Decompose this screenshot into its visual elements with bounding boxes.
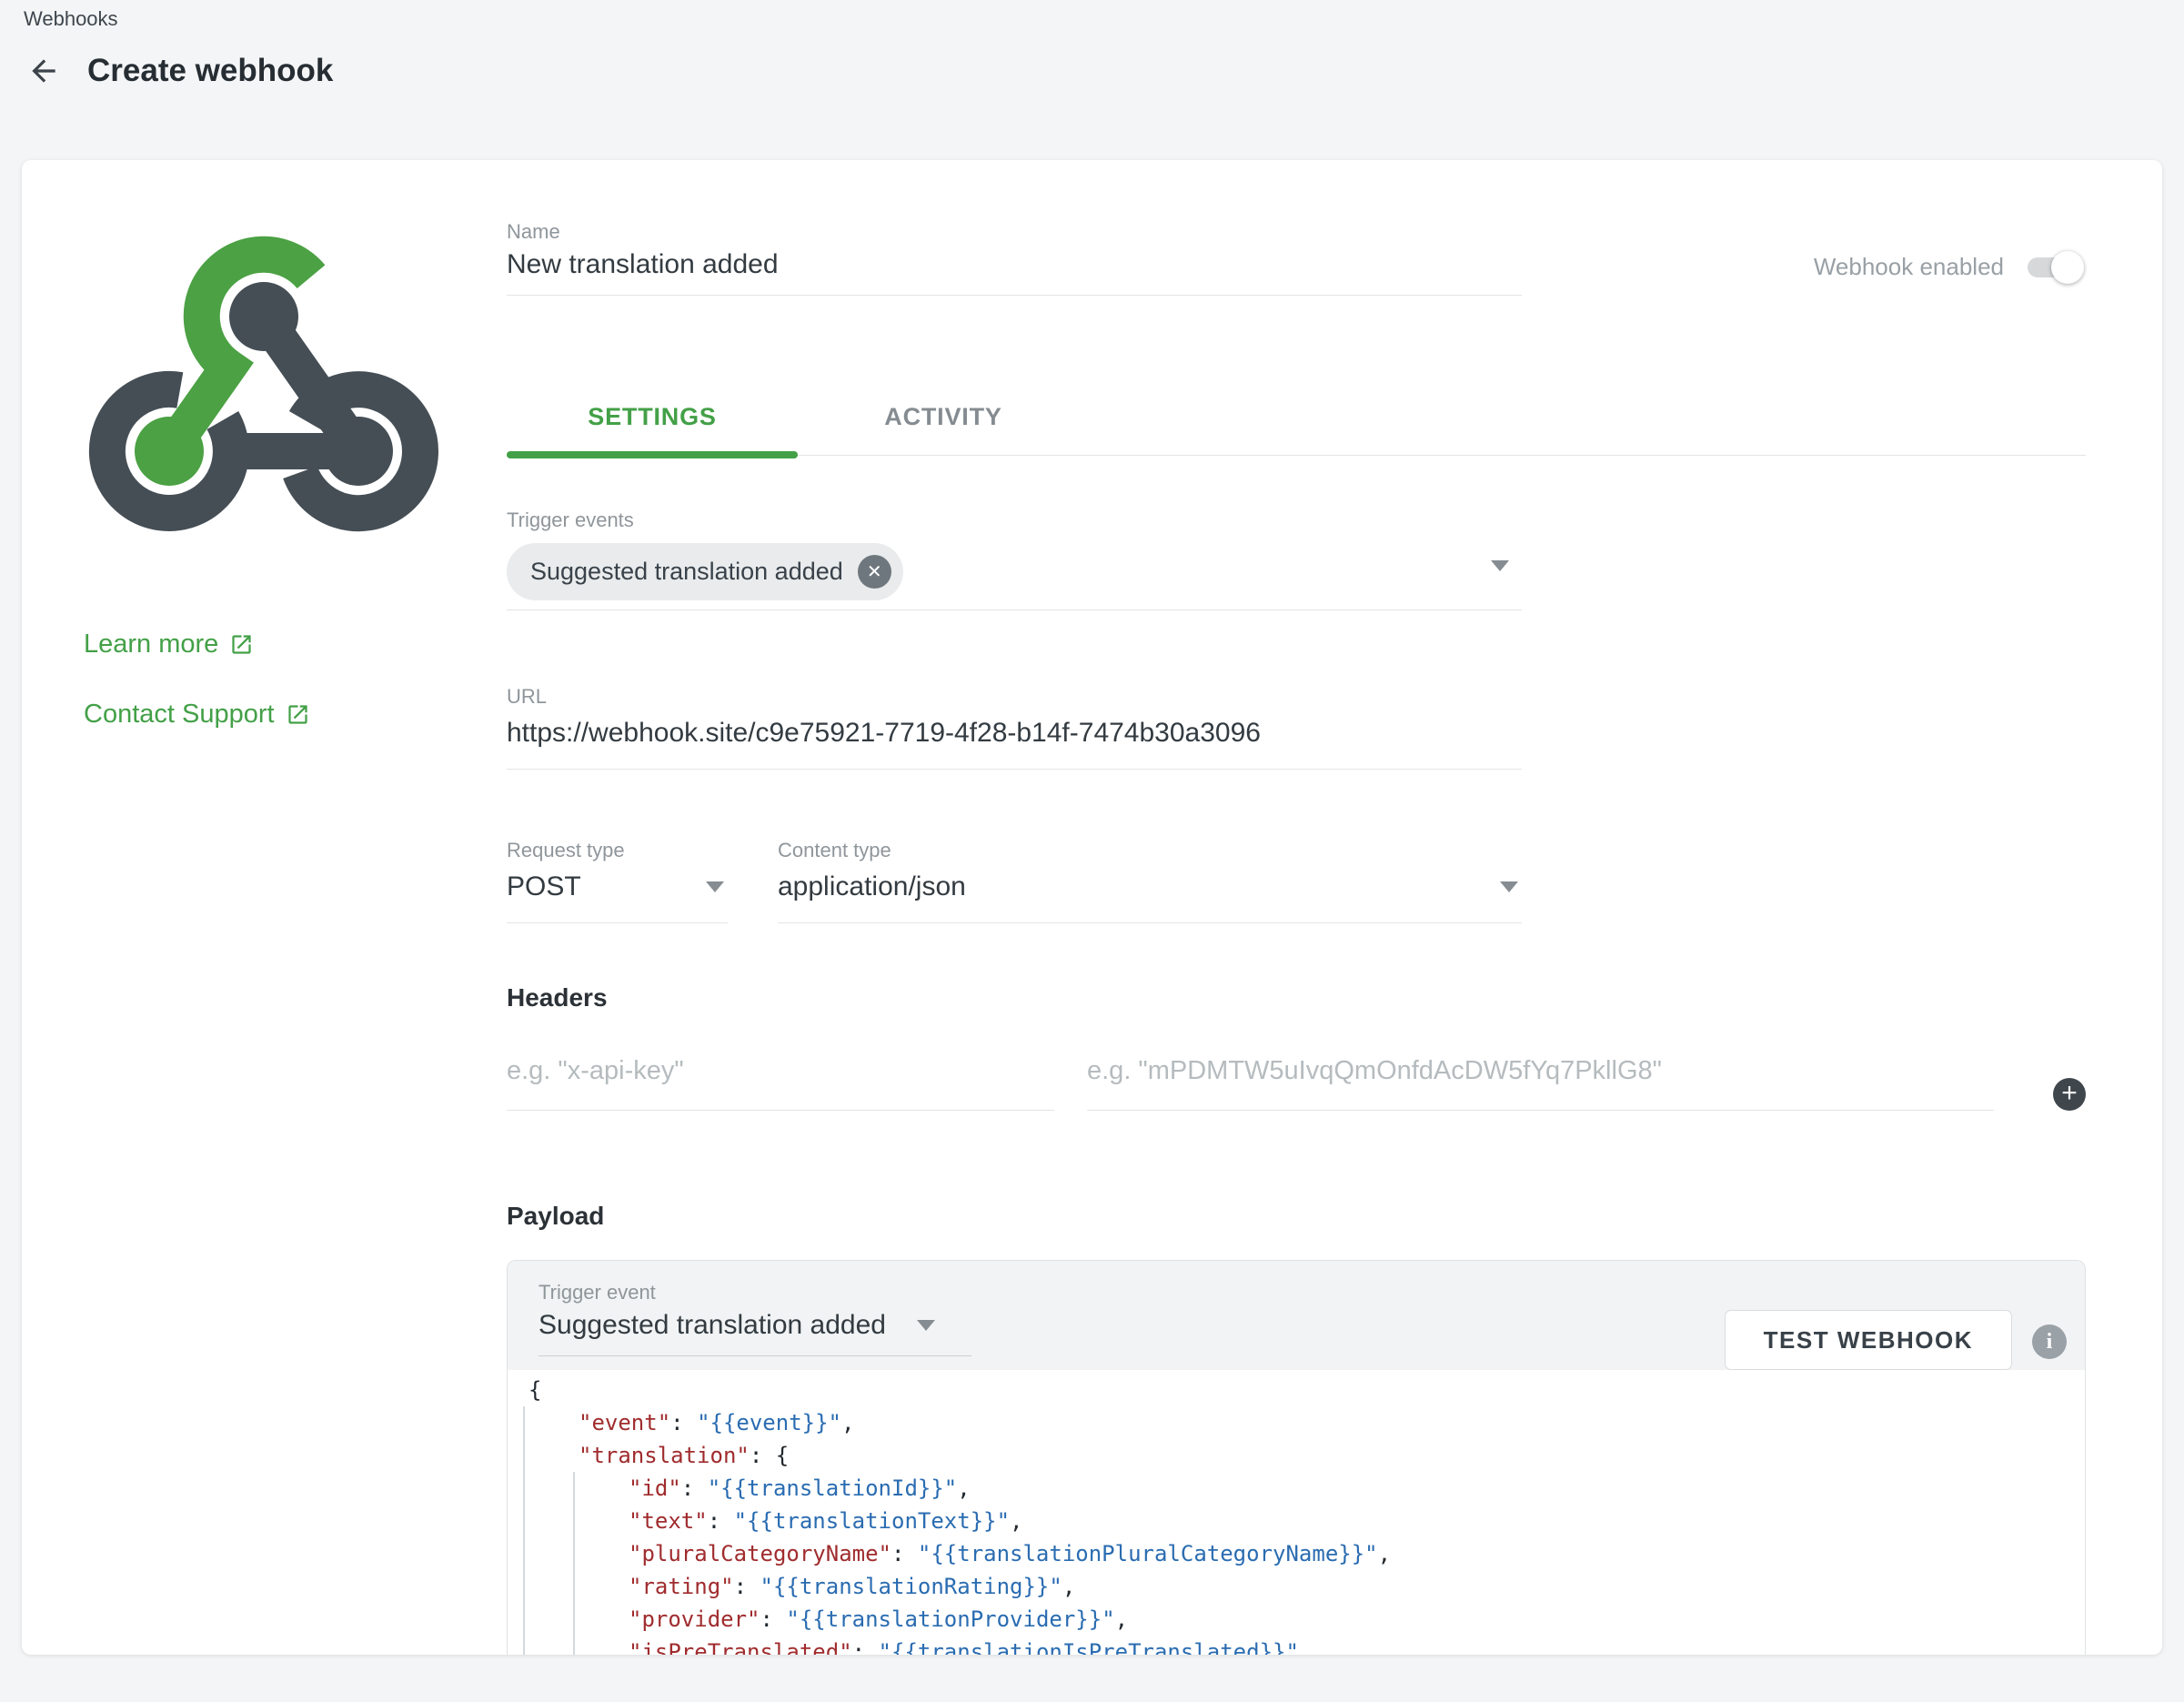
add-header-button[interactable]: + [2053, 1078, 2086, 1111]
contact-support-label: Contact Support [84, 700, 275, 730]
info-glyph: i [2047, 1330, 2053, 1355]
webhook-form: Name Webhook enabled SETTINGS ACTIVITY [507, 222, 2086, 1655]
chevron-down-icon [917, 1320, 935, 1331]
payload-trigger-event-value: Suggested translation added [538, 1310, 886, 1341]
header-key-input[interactable] [507, 1034, 1054, 1111]
code-line: "pluralCategoryName": "{{translationPlur… [528, 1537, 2085, 1570]
close-icon: ✕ [867, 560, 882, 582]
chevron-down-icon [1500, 881, 1518, 892]
trigger-events-label: Trigger events [507, 510, 1522, 530]
name-input[interactable] [507, 242, 1522, 296]
headers-heading: Headers [507, 983, 2086, 1012]
chip-remove-button[interactable]: ✕ [858, 555, 891, 589]
code-line: "id": "{{translationId}}", [528, 1472, 2085, 1505]
tab-settings[interactable]: SETTINGS [507, 403, 798, 455]
external-link-icon [286, 702, 310, 727]
name-label: Name [507, 222, 1522, 242]
tab-activity-label: ACTIVITY [884, 403, 1001, 430]
tab-settings-label: SETTINGS [588, 403, 716, 430]
learn-more-link[interactable]: Learn more [84, 629, 446, 660]
chip-label: Suggested translation added [530, 558, 843, 586]
request-type-label: Request type [507, 841, 728, 861]
arrow-left-icon [26, 54, 61, 88]
name-field: Name [507, 222, 1522, 296]
url-field: URL [507, 687, 1522, 770]
content-type-label: Content type [778, 841, 1522, 861]
test-webhook-button[interactable]: TEST WEBHOOK [1725, 1310, 2012, 1370]
code-line: "provider": "{{translationProvider}}", [528, 1603, 2085, 1636]
webhook-enabled-group: Webhook enabled [1814, 253, 2086, 281]
page-title: Create webhook [87, 53, 333, 89]
request-type-select[interactable]: Request type POST [507, 841, 728, 923]
url-label: URL [507, 687, 1522, 707]
contact-support-link[interactable]: Contact Support [84, 700, 446, 730]
left-panel: Learn more Contact Support [82, 222, 446, 1655]
info-icon[interactable]: i [2032, 1324, 2067, 1359]
code-line: "translation": { [528, 1439, 2085, 1472]
indent-guide [523, 1406, 525, 1655]
code-line: "text": "{{translationText}}", [528, 1505, 2085, 1537]
indent-guide [573, 1472, 575, 1655]
header-value-input[interactable] [1087, 1034, 1994, 1111]
back-button[interactable] [24, 51, 64, 91]
code-line: "event": "{{event}}", [528, 1406, 2085, 1439]
webhook-card: Learn more Contact Support Name Webhook … [22, 160, 2162, 1655]
content-type-value: application/json [778, 871, 966, 902]
code-line: "rating": "{{translationRating}}", [528, 1570, 2085, 1603]
external-link-icon [229, 632, 254, 657]
chevron-down-icon [706, 881, 724, 892]
breadcrumb: Webhooks [24, 7, 2160, 31]
page-header: Webhooks Create webhook [0, 0, 2184, 91]
plus-icon: + [2061, 1080, 2078, 1107]
webhook-enabled-toggle[interactable] [2028, 257, 2080, 277]
payload-editor: Trigger event Suggested translation adde… [507, 1260, 2086, 1655]
code-line: "isPreTranslated": "{{translationIsPreTr… [528, 1636, 2085, 1655]
chevron-down-icon [1491, 560, 1509, 571]
webhook-logo [82, 222, 446, 542]
active-tab-indicator [507, 451, 798, 458]
payload-trigger-event-select[interactable]: Trigger event Suggested translation adde… [538, 1283, 971, 1356]
url-input[interactable] [507, 707, 1522, 770]
code-line: { [528, 1374, 2085, 1406]
webhook-enabled-label: Webhook enabled [1814, 253, 2004, 281]
tab-bar: SETTINGS ACTIVITY [507, 403, 2086, 456]
payload-header: Trigger event Suggested translation adde… [508, 1261, 2085, 1370]
payload-heading: Payload [507, 1202, 2086, 1231]
toggle-knob [2051, 251, 2084, 284]
trigger-event-chip: Suggested translation added ✕ [507, 543, 903, 600]
learn-more-label: Learn more [84, 629, 218, 660]
trigger-events-select[interactable]: Trigger events Suggested translation add… [507, 510, 1522, 610]
payload-trigger-event-label: Trigger event [538, 1283, 971, 1303]
payload-code[interactable]: {"event": "{{event}}","translation": {"i… [508, 1370, 2085, 1655]
tab-activity[interactable]: ACTIVITY [798, 403, 1089, 455]
content-type-select[interactable]: Content type application/json [778, 841, 1522, 923]
request-type-value: POST [507, 871, 581, 902]
headers-row: + [507, 1034, 2086, 1111]
